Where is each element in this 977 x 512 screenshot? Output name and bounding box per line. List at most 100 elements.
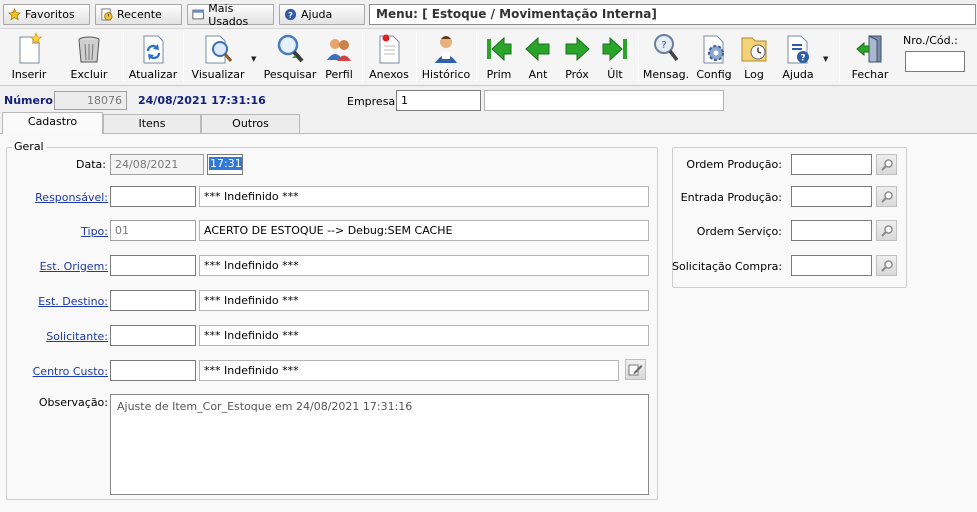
- magnifier-icon: [880, 259, 893, 272]
- log-button[interactable]: Log: [738, 29, 770, 85]
- ordem-servico-label: Ordem Serviço:: [696, 225, 782, 238]
- gear-icon: [697, 31, 731, 67]
- ajuda-quick-label: Ajuda: [301, 8, 333, 21]
- mensag-button[interactable]: ? Mensag.: [643, 29, 689, 85]
- historico-button[interactable]: Histórico: [422, 29, 470, 85]
- search-icon: [273, 31, 307, 67]
- hora-selected-text: 17:31: [209, 157, 242, 170]
- first-record-icon: [482, 31, 516, 67]
- ordem-producao-label: Ordem Produção:: [686, 158, 782, 171]
- prim-button[interactable]: Prim: [482, 29, 516, 85]
- hora-input[interactable]: 17:31: [207, 154, 243, 175]
- est-origem-code-input[interactable]: [110, 255, 196, 276]
- solicitante-code-input[interactable]: [110, 325, 196, 346]
- ajuda-button[interactable]: ? Ajuda: [780, 29, 816, 85]
- config-label: Config: [696, 68, 732, 81]
- inserir-label: Inserir: [11, 68, 47, 81]
- tab-cadastro[interactable]: Cadastro: [2, 112, 103, 134]
- solicitacao-compra-lookup-button[interactable]: [876, 255, 897, 276]
- ajuda-label: Ajuda: [782, 68, 814, 81]
- tipo-code-input[interactable]: 01: [110, 220, 196, 241]
- recente-button[interactable]: Recente: [95, 4, 182, 25]
- data-label: Data:: [76, 158, 106, 171]
- solicitacao-compra-label: Solicitação Compra:: [672, 260, 783, 273]
- centro-custo-code-input[interactable]: [110, 360, 196, 381]
- tipo-link[interactable]: Tipo:: [20, 225, 108, 239]
- centro-custo-edit-button[interactable]: [625, 359, 646, 380]
- solicitacao-compra-input[interactable]: [791, 255, 872, 276]
- ant-label: Ant: [528, 68, 548, 81]
- mensag-label: Mensag.: [642, 68, 690, 81]
- next-record-icon: [560, 31, 594, 67]
- preview-icon: [201, 31, 235, 67]
- ajuda-quick-button[interactable]: ? Ajuda: [279, 4, 365, 25]
- log-icon: [737, 31, 771, 67]
- est-destino-link[interactable]: Est. Destino:: [20, 295, 108, 309]
- entrada-producao-input[interactable]: [791, 186, 872, 207]
- centro-custo-link[interactable]: Centro Custo:: [20, 365, 108, 379]
- inserir-button[interactable]: Inserir: [10, 29, 48, 85]
- nro-cod-label: Nro./Cód.:: [903, 34, 958, 47]
- entrada-producao-lookup-button[interactable]: [876, 186, 897, 207]
- ordem-servico-lookup-button[interactable]: [876, 220, 897, 241]
- header-datetime: 24/08/2021 17:31:16: [138, 94, 266, 107]
- tab-itens[interactable]: Itens: [103, 114, 201, 134]
- config-button[interactable]: Config: [696, 29, 732, 85]
- numero-label: Número:: [4, 94, 58, 107]
- ordem-servico-input[interactable]: [791, 220, 872, 241]
- excluir-button[interactable]: Excluir: [69, 29, 109, 85]
- est-origem-desc-field: *** Indefinido ***: [199, 255, 649, 276]
- attachment-icon: [372, 31, 406, 67]
- pesquisar-label: Pesquisar: [263, 68, 317, 81]
- edit-icon: [628, 364, 643, 376]
- new-document-icon: [12, 31, 46, 67]
- window-icon: [192, 9, 204, 20]
- visualizar-dropdown-icon[interactable]: ▼: [251, 55, 256, 63]
- users-icon: [322, 31, 356, 67]
- est-destino-desc-field: *** Indefinido ***: [199, 290, 649, 311]
- ajuda-dropdown-icon[interactable]: ▼: [823, 55, 828, 63]
- mais-usados-button[interactable]: Mais Usados: [187, 2, 274, 28]
- nro-cod-input[interactable]: [905, 51, 965, 72]
- exit-door-icon: [853, 31, 887, 67]
- ordem-producao-lookup-button[interactable]: [876, 154, 897, 175]
- prox-button[interactable]: Próx: [560, 29, 594, 85]
- anexos-button[interactable]: Anexos: [368, 29, 410, 85]
- ordem-producao-input[interactable]: [791, 154, 872, 175]
- entrada-producao-label: Entrada Produção:: [680, 191, 782, 204]
- trash-icon: [72, 31, 106, 67]
- responsavel-code-input[interactable]: [110, 186, 196, 207]
- fechar-label: Fechar: [851, 68, 889, 81]
- help-icon: ?: [284, 8, 297, 21]
- solicitante-link[interactable]: Solicitante:: [20, 330, 108, 344]
- history-icon: [101, 8, 113, 21]
- ult-button[interactable]: Últ: [598, 29, 632, 85]
- solicitante-desc-field: *** Indefinido ***: [199, 325, 649, 346]
- tab-outros[interactable]: Outros: [201, 114, 300, 134]
- atualizar-button[interactable]: Atualizar: [129, 29, 177, 85]
- ant-button[interactable]: Ant: [521, 29, 555, 85]
- ult-label: Últ: [607, 68, 623, 81]
- log-label: Log: [744, 68, 764, 81]
- previous-record-icon: [521, 31, 555, 67]
- pesquisar-button[interactable]: Pesquisar: [263, 29, 317, 85]
- empresa-code-input[interactable]: 1: [396, 90, 481, 111]
- observacao-textarea[interactable]: Ajuste de Item_Cor_Estoque em 24/08/2021…: [110, 394, 649, 495]
- star-icon: [8, 8, 21, 21]
- svg-text:?: ?: [288, 10, 293, 20]
- menu-breadcrumb: Menu: [ Estoque / Movimentação Interna]: [369, 4, 976, 25]
- fechar-button[interactable]: Fechar: [850, 29, 890, 85]
- perfil-button[interactable]: Perfil: [323, 29, 355, 85]
- responsavel-link[interactable]: Responsável:: [20, 191, 108, 205]
- visualizar-button[interactable]: Visualizar: [192, 29, 244, 85]
- favoritos-label: Favoritos: [25, 8, 75, 21]
- est-origem-link[interactable]: Est. Origem:: [20, 260, 108, 274]
- prim-label: Prim: [486, 68, 512, 81]
- favoritos-button[interactable]: Favoritos: [3, 4, 90, 25]
- recente-label: Recente: [117, 8, 162, 21]
- est-destino-code-input[interactable]: [110, 290, 196, 311]
- historico-label: Histórico: [421, 68, 471, 81]
- svg-text:?: ?: [800, 54, 805, 64]
- data-input[interactable]: 24/08/2021: [110, 154, 204, 175]
- empresa-name-field: [484, 90, 724, 111]
